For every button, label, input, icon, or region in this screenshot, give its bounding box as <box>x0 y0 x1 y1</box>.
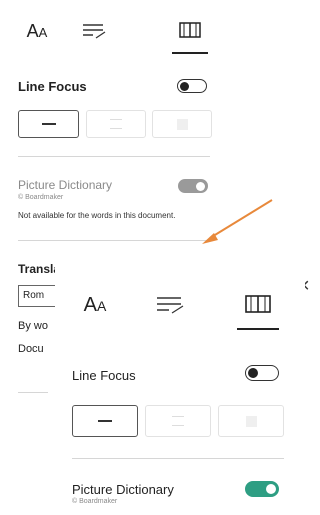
picture-dictionary-label: Picture Dictionary <box>18 178 113 192</box>
grammar-options-icon <box>157 297 184 314</box>
not-available-note: Not available for the words in this docu… <box>18 211 176 220</box>
by-word-label: By wo <box>18 320 48 332</box>
picture-dictionary-label: Picture Dictionary <box>72 482 174 497</box>
line-focus-option-three[interactable] <box>145 405 211 437</box>
line-focus-option-five[interactable] <box>218 405 284 437</box>
tab-text-options[interactable]: AA <box>18 14 56 48</box>
grammar-options-icon <box>83 24 106 39</box>
document-label: Docu <box>18 343 44 355</box>
pointer-arrow-icon <box>202 199 273 244</box>
tab-grammar-options[interactable] <box>150 288 190 322</box>
picture-dictionary-toggle[interactable] <box>245 481 279 497</box>
tab-grammar-options[interactable] <box>76 14 112 48</box>
line-focus-label: Line Focus <box>18 79 87 94</box>
line-focus-option-one[interactable] <box>18 110 79 138</box>
tab-bar: AA <box>0 0 230 60</box>
divider <box>18 156 210 157</box>
tab-reading-preferences[interactable] <box>170 14 210 54</box>
divider <box>72 458 284 459</box>
text-options-icon: AA <box>26 20 48 41</box>
tab-reading-preferences[interactable] <box>235 288 281 330</box>
book-icon <box>245 295 271 313</box>
line-focus-toggle[interactable] <box>177 79 207 93</box>
divider <box>18 392 48 393</box>
boardmaker-credit: © Boardmaker <box>18 194 64 201</box>
picture-dictionary-toggle[interactable] <box>178 179 208 193</box>
tab-text-options[interactable]: AA <box>71 288 119 322</box>
reading-preferences-panel-zoomed: AA Line Focus Picture Dictionary © Board… <box>55 255 305 515</box>
text-options-icon: AA <box>83 293 107 316</box>
line-focus-option-five[interactable] <box>152 110 212 138</box>
line-focus-label: Line Focus <box>72 368 136 383</box>
book-icon <box>179 22 201 38</box>
line-focus-toggle[interactable] <box>245 365 279 381</box>
line-focus-option-one[interactable] <box>72 405 138 437</box>
line-focus-option-three[interactable] <box>86 110 146 138</box>
divider <box>18 240 210 241</box>
